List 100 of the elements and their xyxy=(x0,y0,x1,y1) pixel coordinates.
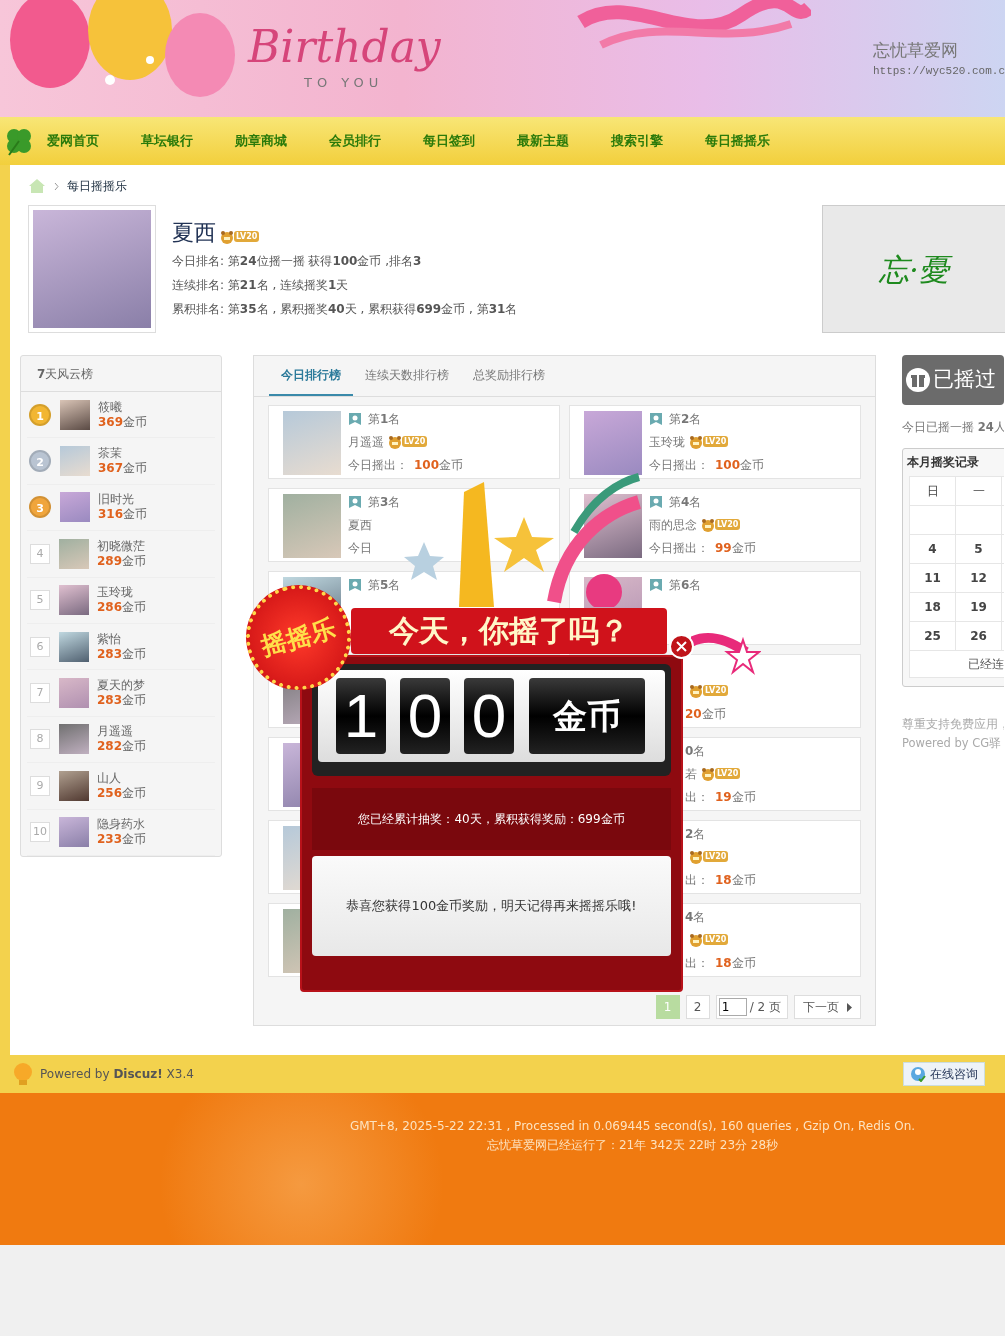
nav-link[interactable]: 搜索引擎 xyxy=(611,131,705,151)
footer-stats: GMT+8, 2025-5-22 22:31 , Processed in 0.069445 second(s), 160 queries , Gzip On, Redis On. xyxy=(348,1118,917,1135)
calendar-day: 5 xyxy=(956,535,1002,564)
caret-icon xyxy=(847,1002,852,1012)
rank-label: 4名 xyxy=(685,908,706,926)
calendar-day: 25 xyxy=(910,622,956,651)
mascot-icon xyxy=(701,766,715,781)
panel-title: 7天风云榜 xyxy=(21,356,221,392)
coin-unit: 金币 xyxy=(122,693,147,708)
shaken-button[interactable]: 已摇过 xyxy=(902,355,1004,405)
member-name: 夏西 xyxy=(348,516,372,534)
level-badge: LV20 xyxy=(703,685,729,696)
coin-amount: 19 xyxy=(715,788,732,806)
rank-medal: 1 xyxy=(29,403,51,426)
member-name: 筱曦 xyxy=(98,399,123,415)
nav-link[interactable]: 每日摇摇乐 xyxy=(705,131,799,151)
calendar-day: 11 xyxy=(910,564,956,593)
calendar-title: 本月摇奖记录 xyxy=(906,454,980,472)
member-name: 夏天的梦 xyxy=(97,678,146,694)
member-name: 雨的思念 xyxy=(649,516,697,534)
output-label: 今日摇出： xyxy=(649,539,709,557)
weekday-header: 日 xyxy=(910,477,956,506)
footer-stats: 忘忧草爱网已经运行了：21年 342天 22时 23分 28秒 xyxy=(485,1137,780,1154)
coin-unit: 金币 xyxy=(122,646,147,661)
coin-amount: 18 xyxy=(715,871,732,889)
member-name: 月遥遥 xyxy=(348,433,384,451)
bookmark-icon xyxy=(649,577,663,592)
coin-unit: 金币 xyxy=(740,456,765,474)
member-name: 若 xyxy=(685,765,697,783)
prize-summary: 您已经累计抽奖：40天，累积获得奖励：699金币 xyxy=(358,811,625,828)
calendar-day: 26 xyxy=(956,622,1002,651)
mascot-icon xyxy=(689,932,703,947)
calendar-day: 4 xyxy=(910,535,956,564)
coin-unit: 金币 xyxy=(731,871,756,889)
coin-amount: 100 xyxy=(414,456,440,474)
member-name: 茶茉 xyxy=(98,446,123,462)
page-input[interactable]: 1 xyxy=(718,998,747,1016)
ranking-tab[interactable]: 连续天数排行榜 xyxy=(353,366,461,396)
profile-stat-line: 累积排名: 第35名 , 累积摇奖40天 , 累积获得699金币 , 第31名 xyxy=(172,301,518,319)
rank-label: 第5名 xyxy=(368,576,401,594)
member-name: 月遥遥 xyxy=(97,724,134,740)
bookmark-icon xyxy=(348,494,362,509)
output-label: 今日摇出： xyxy=(348,456,408,474)
coin-unit: 金币 xyxy=(122,785,147,800)
nav-link[interactable]: 最新主题 xyxy=(517,131,611,151)
nav-link[interactable]: 勋章商城 xyxy=(235,131,329,151)
rank-number: 7 xyxy=(30,683,50,704)
rank-label: 2名 xyxy=(685,825,706,843)
lightbulb-icon xyxy=(12,1062,34,1086)
avatar-photo xyxy=(60,446,90,477)
weekday-header: 一 xyxy=(956,477,1002,506)
member-name: 玉玲珑 xyxy=(649,433,685,451)
coin-amount: 367 xyxy=(98,461,124,476)
coin-unit: 金币 xyxy=(439,456,464,474)
coin-amount: 20 xyxy=(685,705,702,723)
member-name: 玉玲珑 xyxy=(97,585,134,601)
popup-headline: 今天，你摇了吗？ xyxy=(351,608,667,654)
coin-unit: 金币 xyxy=(123,507,148,522)
coin-amount: 256 xyxy=(97,785,123,800)
avatar-photo xyxy=(584,411,642,475)
member-name: 旧时光 xyxy=(98,492,135,508)
member-name: 初晓微茫 xyxy=(97,538,146,554)
nav-link[interactable]: 草坛银行 xyxy=(141,131,235,151)
avatar-photo xyxy=(59,631,89,662)
online-consult-button[interactable]: 在线咨询 xyxy=(903,1062,985,1086)
profile-stat-line: 连续排名: 第21名 , 连续摇奖1天 xyxy=(172,277,350,295)
calendar-day: 12 xyxy=(956,564,1002,593)
breadcrumb-link[interactable]: 每日摇摇乐 xyxy=(67,177,127,195)
coin-unit: 金币 xyxy=(122,600,147,615)
avatar-photo xyxy=(59,678,89,709)
next-page-button[interactable]: 下一页 xyxy=(794,995,861,1019)
nav-link[interactable]: 每日签到 xyxy=(423,131,517,151)
level-badge: LV20 xyxy=(703,934,729,945)
rank-number: 8 xyxy=(30,729,50,750)
rank-medal: 2 xyxy=(29,450,51,473)
coin-amount: 99 xyxy=(715,539,732,557)
coin-unit: 金币 xyxy=(731,788,756,806)
ranking-tab[interactable]: 总奖励排行榜 xyxy=(461,366,557,396)
avatar-photo xyxy=(59,817,89,848)
mascot-icon xyxy=(220,229,234,244)
nav-link[interactable]: 爱网首页 xyxy=(47,131,141,151)
profile-stat-line: 今日排名: 第24位摇一摇 获得100金币 ,排名3 xyxy=(172,253,423,271)
mascot-icon xyxy=(701,517,715,532)
close-icon xyxy=(676,641,687,652)
mascot-icon xyxy=(689,434,703,449)
rank-label: 第2名 xyxy=(669,410,702,428)
nav-link[interactable]: 会员排行 xyxy=(329,131,423,151)
clover-icon xyxy=(4,126,34,156)
rank-label: 第6名 xyxy=(669,576,702,594)
chevron-icon xyxy=(54,181,59,191)
member-name: 隐身药水 xyxy=(97,817,146,833)
page-button[interactable]: 2 xyxy=(685,995,710,1019)
rank-number: 4 xyxy=(30,543,50,564)
coin-amount: 316 xyxy=(98,507,124,522)
coin-amount: 369 xyxy=(98,414,124,429)
coin-amount: 289 xyxy=(97,553,123,568)
avatar-photo xyxy=(59,585,89,616)
level-badge: LV20 xyxy=(715,519,741,530)
powered-by-text: Powered by Discuz! X3.4 xyxy=(40,1066,194,1083)
ranking-tab[interactable]: 今日排行榜 xyxy=(269,366,353,396)
